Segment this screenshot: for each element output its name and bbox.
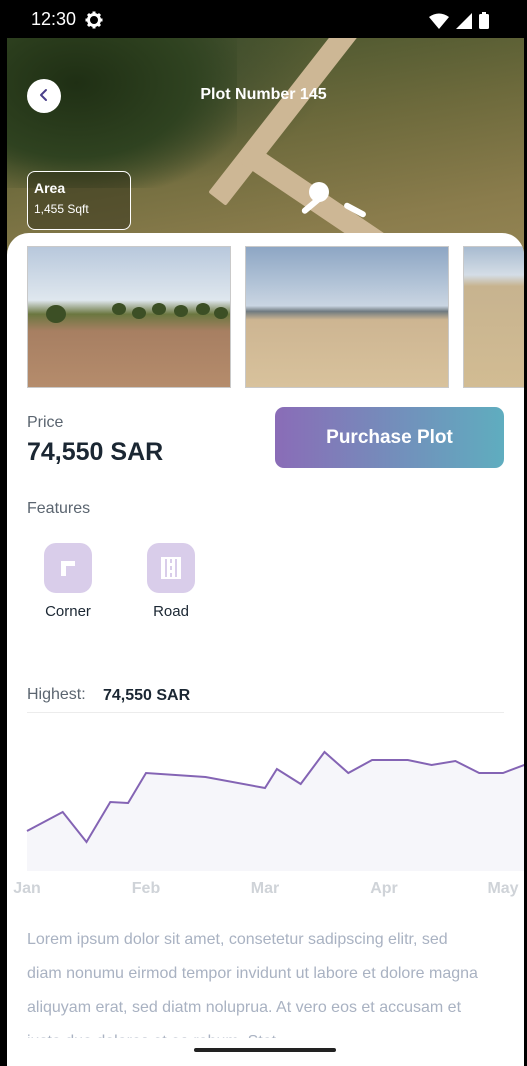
cell-signal-icon xyxy=(456,12,472,33)
price-label: Price xyxy=(27,414,64,431)
area-label: Area xyxy=(34,180,66,196)
description-line: diam nonumu eirmod tempor invidunt ut la… xyxy=(27,965,478,982)
tree-shape xyxy=(46,305,66,323)
wifi-icon xyxy=(429,13,449,33)
x-tick-label: Feb xyxy=(132,880,161,897)
photo-gallery[interactable] xyxy=(27,246,524,388)
feature-road: Road xyxy=(131,543,211,620)
tree-shape xyxy=(196,303,210,315)
description-line: aliquyam erat, sed diatm noluprua. At ve… xyxy=(27,999,462,1016)
status-time: 12:30 xyxy=(31,9,77,29)
gallery-image[interactable] xyxy=(245,246,449,388)
feature-label: Road xyxy=(153,603,189,620)
tree-shape xyxy=(112,303,126,315)
highest-label: Highest: xyxy=(27,686,86,703)
home-indicator[interactable] xyxy=(194,1048,336,1052)
x-tick-label: Jan xyxy=(13,880,41,897)
purchase-plot-button[interactable]: Purchase Plot xyxy=(275,407,504,468)
page-title: Plot Number 145 xyxy=(200,86,327,103)
price-history-chart: Jan Feb Mar Apr May xyxy=(13,750,524,897)
battery-icon xyxy=(479,12,489,33)
description-line: justo duo dolores et ea rebum. Stet xyxy=(27,1025,524,1038)
highest-price-row: Highest: 74,550 SAR xyxy=(27,686,504,713)
highest-value: 74,550 SAR xyxy=(103,687,191,704)
tree-shape xyxy=(174,305,188,317)
corner-icon xyxy=(44,543,92,593)
feature-corner: Corner xyxy=(28,543,108,620)
x-tick-label: Apr xyxy=(370,880,398,897)
x-tick-label: Mar xyxy=(251,880,279,897)
road-icon xyxy=(147,543,195,593)
description-line: Lorem ipsum dolor sit amet, consetetur s… xyxy=(27,931,448,948)
gallery-image[interactable] xyxy=(27,246,231,388)
feature-label: Corner xyxy=(45,603,91,620)
status-bar: 12:30 xyxy=(0,0,527,40)
trees-area xyxy=(7,38,237,188)
price-value: 74,550 SAR xyxy=(27,438,164,466)
gear-icon xyxy=(85,11,103,33)
area-badge: Area 1,455 Sqft xyxy=(27,171,131,230)
x-tick-label: May xyxy=(487,880,518,897)
details-sheet: Price 74,550 SAR Purchase Plot Features … xyxy=(7,233,524,1066)
tree-shape xyxy=(152,303,166,315)
features-label: Features xyxy=(27,500,91,517)
gallery-image[interactable] xyxy=(463,246,524,388)
area-value: 1,455 Sqft xyxy=(34,202,89,216)
description-text: Lorem ipsum dolor sit amet, consetetur s… xyxy=(27,923,524,1038)
tree-shape xyxy=(132,307,146,319)
tree-shape xyxy=(214,307,228,319)
